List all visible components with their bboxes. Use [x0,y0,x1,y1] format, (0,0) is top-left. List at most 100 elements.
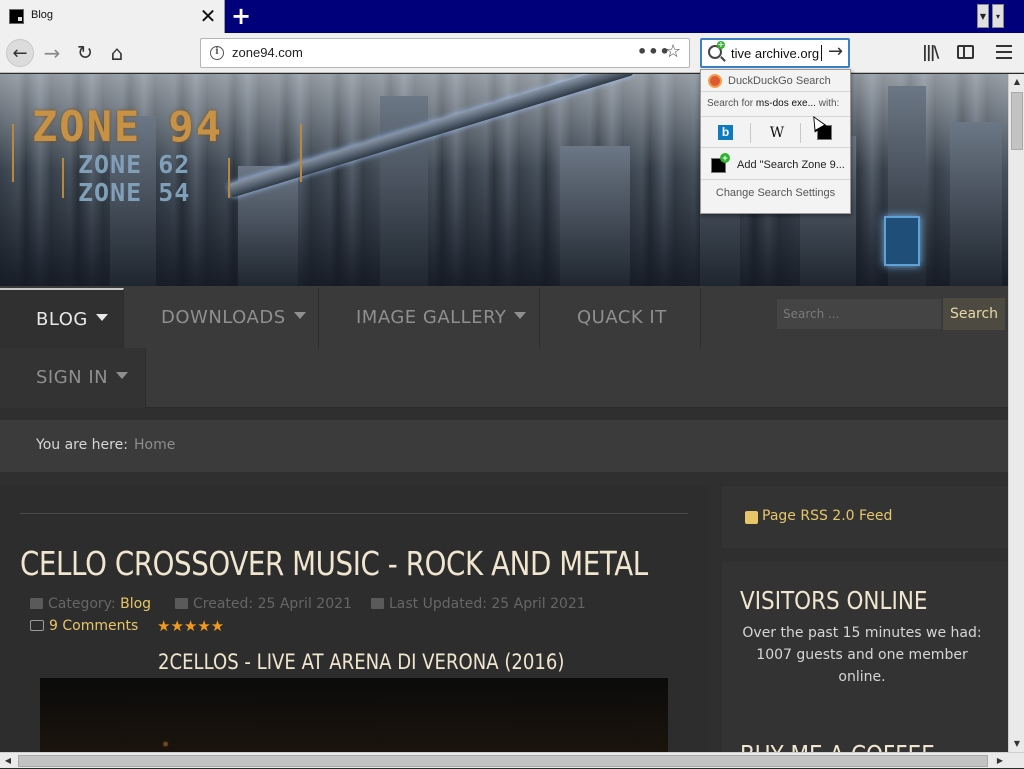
rating-stars[interactable]: ★★★★★ [157,617,224,635]
menu-item-sign-in[interactable]: SIGN IN [0,348,146,408]
bing-engine-icon[interactable]: b [718,125,733,140]
banner-tower [950,122,1002,286]
add-search-engine-label: Add "Search Zone 9... [737,159,845,171]
search-input[interactable]: tive archive.org [731,46,819,61]
tab-close-icon[interactable]: ✕ [198,4,218,28]
navigation-toolbar: ← → ↻ ⌂ i zone94.com ••• ☆ + tive archiv… [0,33,1024,73]
reload-button[interactable]: ↻ [71,39,99,67]
site-info-icon[interactable]: i [210,46,224,60]
vertical-scroll-thumb[interactable] [1011,92,1023,150]
menu-item-downloads[interactable]: DOWNLOADS [125,288,319,348]
site-logo-sub-2: ZONE 54 [78,178,191,207]
site-logo-sub-1: ZONE 62 [78,150,191,179]
menu-item-label: DOWNLOADS [161,307,286,328]
tab-bar: Blog ✕ + ▼ ▾ [0,0,1024,33]
url-text[interactable]: zone94.com [232,45,303,60]
text-caret [821,45,822,61]
url-bar[interactable]: i zone94.com ••• ☆ [200,38,690,68]
add-search-engine-row[interactable]: Add "Search Zone 9... [701,149,850,180]
bookmark-star-icon[interactable]: ☆ [665,41,681,62]
updated-date: Last Updated: 25 April 2021 [389,596,586,612]
search-engine-popup: DuckDuckGo Search Search for ms-dos exe.… [700,69,851,214]
new-tab-button[interactable]: + [228,2,254,30]
tab-title: Blog [31,9,54,21]
breadcrumb: You are here: Home [0,420,1008,472]
horizontal-scroll-thumb[interactable] [18,755,988,767]
caret-down-icon [116,372,129,379]
folder-icon [30,598,43,609]
search-for-prefix: Search for [707,98,756,109]
tab-blog[interactable]: Blog ✕ [0,0,225,33]
category-link[interactable]: Blog [120,596,151,612]
search-go-arrow-icon[interactable]: → [828,41,843,62]
site-search-button[interactable]: Search [943,298,1005,330]
default-engine-row[interactable]: DuckDuckGo Search [701,70,850,92]
comment-icon [30,620,44,631]
buy-me-coffee-box: BUY ME A COFFEE [722,718,1008,752]
search-for-term: ms-dos exe... [755,98,816,109]
list-all-tabs-button[interactable]: ▼ [977,4,989,28]
search-for-suffix: with: [815,98,840,109]
breadcrumb-home: Home [134,437,176,453]
visitors-online-title: VISITORS ONLINE [740,586,928,615]
add-engine-badge-icon: + [717,40,725,49]
browser-search-box[interactable]: + tive archive.org → [700,38,850,68]
horizontal-scrollbar[interactable]: ◀ ▶ [0,752,1024,768]
article-area: CELLO CROSSOVER MUSIC - ROCK AND METAL C… [0,486,708,752]
library-icon[interactable]: |||\ [922,42,939,61]
site-logo-main[interactable]: ZONE 94 [32,102,223,151]
menu-item-label: IMAGE GALLERY [356,307,507,328]
rss-icon [745,511,758,524]
site-main-menu: BLOG DOWNLOADS IMAGE GALLERY QUACK IT SI… [0,286,1008,408]
home-button[interactable]: ⌂ [103,39,131,67]
menu-item-blog[interactable]: BLOG [0,288,124,348]
scroll-right-arrow-icon[interactable]: ▶ [992,753,1008,769]
one-off-engines-row: b W [701,116,850,148]
article-created: Created: 25 April 2021 [175,596,352,612]
divider [750,123,751,143]
page-viewport: ZONE 94 ZONE 62 ZONE 54 BLOG DOWNLOADS I… [0,74,1008,752]
menu-item-quack-it[interactable]: QUACK IT [541,288,701,348]
site-banner: ZONE 94 ZONE 62 ZONE 54 [0,74,1008,286]
banner-billboard [884,216,920,266]
change-search-settings-button[interactable]: Change Search Settings [701,187,850,199]
video-title: 2CELLOS - LIVE AT ARENA DI VERONA (2016) [158,650,565,674]
caret-down-icon [95,314,108,321]
menu-item-label: QUACK IT [577,307,667,328]
comments-link[interactable]: 9 Comments [30,618,138,634]
default-engine-label: DuckDuckGo Search [728,75,831,87]
tab-scroll-button[interactable]: ▾ [992,4,1004,28]
visitors-online-text: Over the past 15 minutes we had: 1007 gu… [742,625,982,685]
scroll-up-arrow-icon[interactable]: ▲ [1009,74,1024,90]
divider [800,123,801,143]
buy-me-coffee-title: BUY ME A COFFEE [740,740,935,752]
rss-feed-link[interactable]: Page RSS 2.0 Feed [762,508,892,524]
article-title[interactable]: CELLO CROSSOVER MUSIC - ROCK AND METAL [20,544,648,583]
caret-down-icon [514,312,527,319]
wikipedia-engine-icon[interactable]: W [767,123,787,143]
caret-down-icon [293,312,306,319]
category-label: Category: [48,596,121,612]
menu-item-label: BLOG [36,309,88,330]
menu-item-label: SIGN IN [36,367,109,388]
add-engine-icon [711,153,730,173]
site-search-input[interactable]: Search ... [776,298,942,330]
back-button[interactable]: ← [6,39,34,67]
search-for-text: Search for ms-dos exe... with: [707,98,839,109]
calendar-icon [371,598,384,609]
calendar-icon [175,598,188,609]
breadcrumb-label: You are here: [36,437,128,453]
divider [20,513,688,514]
zone94-favicon-icon [9,9,24,24]
banner-tower [560,146,630,286]
visitors-online-box: VISITORS ONLINE Over the past 15 minutes… [722,562,1008,732]
sidebar-toggle-icon[interactable] [957,45,974,59]
vertical-scrollbar[interactable]: ▲ ▼ [1008,74,1024,752]
scroll-down-arrow-icon[interactable]: ▼ [1009,736,1024,752]
embedded-video[interactable] [40,678,668,752]
forward-button[interactable]: → [38,39,66,67]
menu-item-image-gallery[interactable]: IMAGE GALLERY [320,288,540,348]
scroll-left-arrow-icon[interactable]: ◀ [0,753,16,769]
article-category: Category: Blog [30,596,151,612]
hamburger-menu-icon[interactable] [996,45,1012,59]
